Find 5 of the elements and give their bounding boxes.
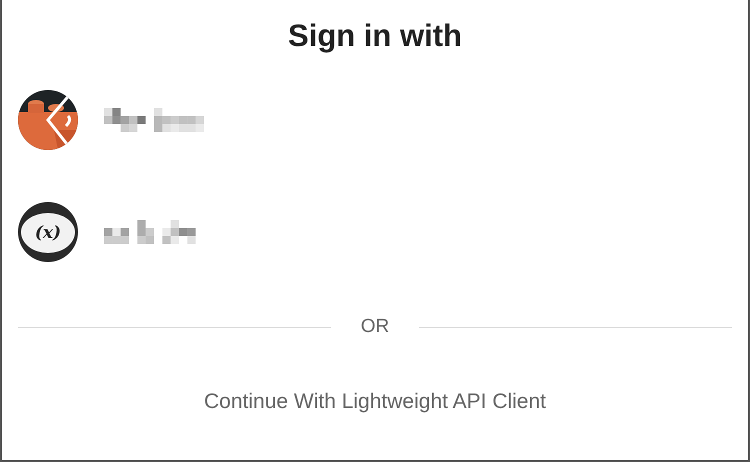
continue-link[interactable]: Continue With Lightweight API Client (204, 390, 546, 414)
sign-in-title: Sign in with (287, 18, 463, 54)
account-item[interactable]: (x) (18, 202, 732, 262)
or-separator: OR (360, 316, 390, 338)
variable-avatar-icon: (x) (18, 202, 78, 262)
